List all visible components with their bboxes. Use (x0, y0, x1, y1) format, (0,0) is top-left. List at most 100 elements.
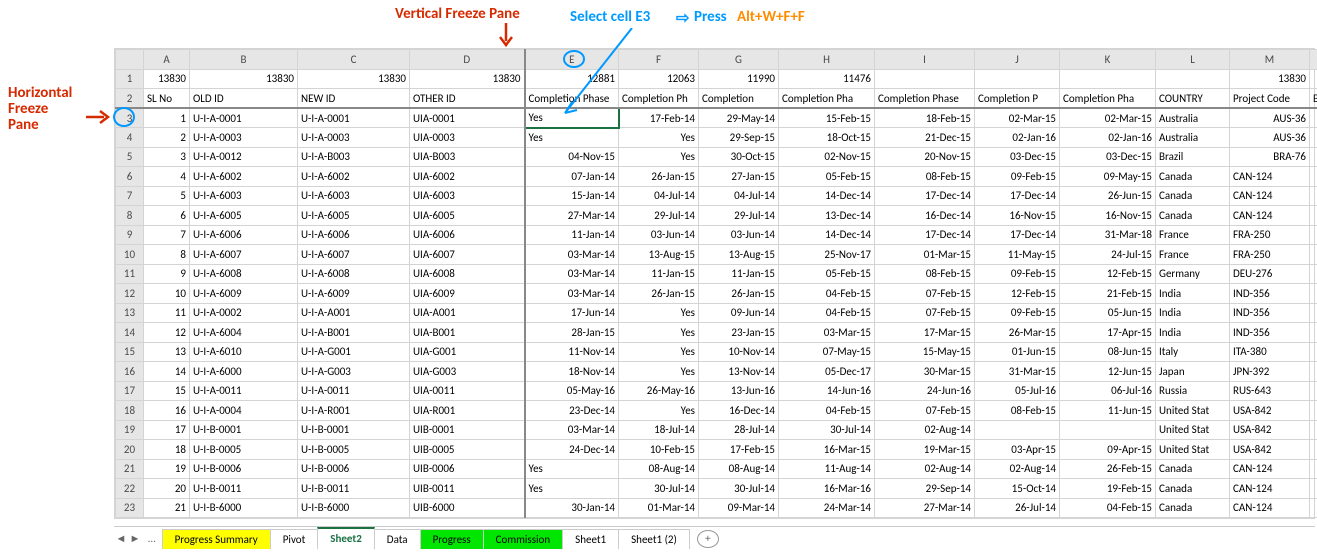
cell[interactable]: 18-Nov-14 (525, 362, 619, 382)
cell[interactable]: U-I-B-0006 (190, 459, 298, 479)
cell[interactable]: U-I-B-0001 (190, 420, 298, 440)
cell[interactable]: 13 (144, 342, 190, 362)
cell[interactable]: 12-Jun-15 (1060, 362, 1156, 382)
cell[interactable]: U-I-B-0006 (298, 459, 410, 479)
cell[interactable]: 19-Feb-15 (1060, 479, 1156, 499)
cell[interactable]: UIA-0001 (410, 108, 525, 128)
cell[interactable]: 11-Jan-14 (525, 225, 619, 245)
cell[interactable]: UIA-6007 (410, 245, 525, 265)
cell[interactable]: 31-Mar-15 (975, 362, 1060, 382)
cell[interactable]: U-I-A-R001 (298, 401, 410, 421)
cell[interactable]: 11990 (699, 69, 779, 89)
cell[interactable]: 366 (1310, 147, 1317, 167)
cell[interactable]: 679 (1310, 459, 1317, 479)
cell[interactable]: 13830 (144, 69, 190, 89)
cell[interactable]: 11-Jan-15 (699, 264, 779, 284)
cell[interactable]: 04-Nov-15 (525, 147, 619, 167)
cell[interactable]: 08-Aug-14 (699, 459, 779, 479)
cell[interactable]: Project Code (1230, 89, 1310, 109)
row-header[interactable]: 5 (116, 147, 144, 167)
cell[interactable]: - (1310, 401, 1317, 421)
cell[interactable]: UIB-0005 (410, 440, 525, 460)
cell[interactable]: U-I-A-6007 (298, 245, 410, 265)
cell[interactable]: 17-Dec-14 (875, 186, 975, 206)
cell[interactable]: 14-Dec-14 (779, 186, 875, 206)
cell[interactable] (1060, 69, 1156, 89)
cell[interactable]: 11-May-15 (975, 245, 1060, 265)
cell[interactable]: India (1156, 323, 1230, 343)
cell[interactable]: SL No (144, 89, 190, 109)
cell[interactable]: Canada (1156, 498, 1230, 518)
cell[interactable]: U-I-A-A001 (298, 303, 410, 323)
cell[interactable]: 19 (144, 459, 190, 479)
cell[interactable]: UIA-6005 (410, 206, 525, 226)
cell[interactable]: 02-Jan-16 (975, 128, 1060, 148)
cell[interactable]: FRA-250 (1230, 225, 1310, 245)
cell[interactable]: - (1310, 303, 1317, 323)
cell[interactable]: 15-Feb-15 (779, 108, 875, 128)
row-header[interactable]: 15 (116, 342, 144, 362)
cell[interactable]: U-I-B-0005 (190, 440, 298, 460)
cell[interactable]: 17-Mar-15 (875, 323, 975, 343)
cell[interactable] (975, 420, 1060, 440)
cell[interactable]: 30-Jul-14 (699, 479, 779, 499)
cell[interactable]: Completion (699, 89, 779, 109)
cell[interactable]: 08-Jun-15 (1060, 342, 1156, 362)
cell[interactable]: 01-Jun-15 (975, 342, 1060, 362)
cell[interactable]: 2 (144, 128, 190, 148)
cell[interactable]: Yes (619, 128, 699, 148)
cell[interactable]: France (1156, 225, 1230, 245)
cell[interactable]: Business (1310, 89, 1317, 109)
row-header[interactable]: 8 (116, 206, 144, 226)
cell[interactable]: United Stat (1156, 420, 1230, 440)
cell[interactable]: 03-Dec-15 (1060, 147, 1156, 167)
cell[interactable]: 26-Jan-15 (619, 167, 699, 187)
cell[interactable]: 20 (144, 479, 190, 499)
cell[interactable]: Italy (1156, 342, 1230, 362)
cell[interactable]: UIA-6009 (410, 284, 525, 304)
col-header-A[interactable]: A (144, 50, 190, 70)
tab-sheet1[interactable]: Sheet1 (562, 529, 619, 549)
cell[interactable]: U-I-A-6008 (298, 264, 410, 284)
cell[interactable]: 18-Feb-15 (875, 108, 975, 128)
cell[interactable]: U-I-A-G001 (298, 342, 410, 362)
cell[interactable]: 366 (1310, 108, 1317, 128)
row-header[interactable]: 14 (116, 323, 144, 343)
cell[interactable]: 27-Mar-14 (525, 206, 619, 226)
cell[interactable]: Canada (1156, 459, 1230, 479)
cell[interactable]: 05-Dec-17 (779, 362, 875, 382)
row-header[interactable]: 1 (116, 69, 144, 89)
cell[interactable]: CAN-124 (1230, 498, 1310, 518)
cell[interactable]: 28-Jul-14 (699, 420, 779, 440)
cell[interactable]: CAN-124 (1230, 459, 1310, 479)
row-header[interactable]: 2 (116, 89, 144, 109)
cell[interactable]: AUS-36 (1230, 108, 1310, 128)
cell[interactable]: U-I-A-6007 (190, 245, 298, 265)
cell[interactable]: U-I-A-6006 (190, 225, 298, 245)
cell[interactable]: 12-Feb-15 (975, 284, 1060, 304)
cell[interactable]: 04-Feb-15 (779, 401, 875, 421)
cell[interactable]: UIB-6000 (410, 498, 525, 518)
cell[interactable]: Germany (1156, 264, 1230, 284)
cell[interactable]: ITA-380 (1230, 342, 1310, 362)
cell[interactable]: 16-Nov-15 (975, 206, 1060, 226)
cell[interactable]: 1 (144, 108, 190, 128)
cell[interactable]: Canada (1156, 186, 1230, 206)
cell[interactable]: Completion P (975, 89, 1060, 109)
cell[interactable]: 29-Sep-14 (875, 479, 975, 499)
cell[interactable]: CAN-124 (1230, 167, 1310, 187)
cell[interactable]: 30-Jan-14 (525, 498, 619, 518)
cell[interactable]: 5 (144, 186, 190, 206)
cell[interactable]: UIA-6006 (410, 225, 525, 245)
cell[interactable]: 02-Nov-15 (779, 147, 875, 167)
cell[interactable]: U-I-A-6004 (190, 323, 298, 343)
cell[interactable]: 30-Jul-14 (779, 420, 875, 440)
cell[interactable]: UIA-6003 (410, 186, 525, 206)
cell[interactable]: Yes (525, 459, 619, 479)
cell[interactable]: 19-Mar-15 (875, 440, 975, 460)
cell[interactable]: 7 (144, 225, 190, 245)
cell[interactable]: U-I-A-6002 (190, 167, 298, 187)
row-header[interactable]: 18 (116, 401, 144, 421)
cell[interactable]: 14 (144, 362, 190, 382)
cell[interactable]: U-I-A-0011 (298, 381, 410, 401)
